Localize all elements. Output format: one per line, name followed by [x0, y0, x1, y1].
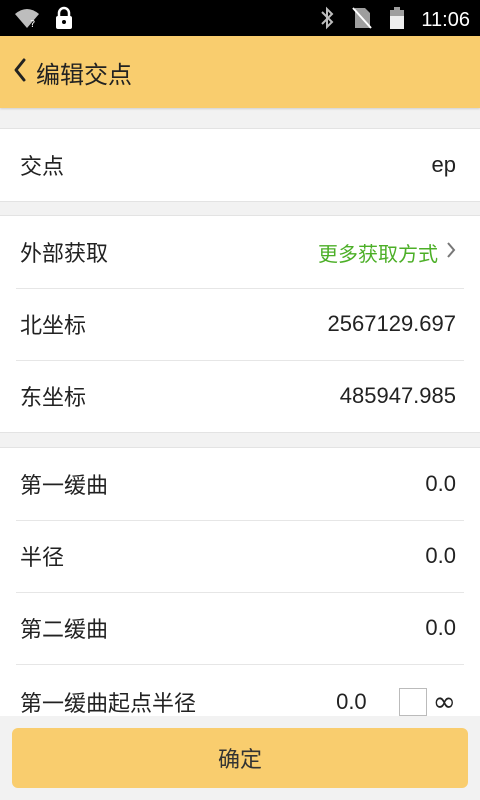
svg-text:?: ?: [30, 19, 35, 30]
coords-section: 外部获取 更多获取方式 北坐标 2567129.697 东坐标 485947.9…: [0, 215, 480, 433]
first-spiral-label: 第一缓曲: [20, 474, 109, 499]
infinity-checkbox[interactable]: [398, 687, 427, 716]
external-source-label: 外部获取: [20, 242, 109, 267]
chevron-right-icon: [446, 240, 456, 264]
point-value[interactable]: ep: [432, 152, 456, 178]
infinity-symbol: ∞: [432, 685, 456, 718]
east-coordinate-row[interactable]: 东坐标 485947.985: [0, 360, 480, 432]
app-bar: 编辑交点: [0, 36, 480, 108]
second-spiral-row[interactable]: 第二缓曲 0.0: [0, 592, 480, 664]
east-coordinate-value[interactable]: 485947.985: [340, 383, 456, 409]
north-coordinate-label: 北坐标: [20, 314, 87, 339]
chevron-left-icon: [12, 57, 28, 87]
wifi-question-icon: ?: [14, 6, 40, 34]
first-spiral-row[interactable]: 第一缓曲 0.0: [0, 448, 480, 520]
more-methods-label: 更多获取方式: [318, 241, 438, 266]
external-source-row[interactable]: 外部获取 更多获取方式: [0, 216, 480, 288]
first-spiral-value[interactable]: 0.0: [425, 471, 456, 497]
status-bar: ? 11:06: [0, 0, 480, 36]
point-row[interactable]: 交点 ep: [0, 129, 480, 201]
point-section: 交点 ep: [0, 128, 480, 202]
radius-row[interactable]: 半径 0.0: [0, 520, 480, 592]
clock: 11:06: [421, 9, 470, 31]
radius-value[interactable]: 0.0: [425, 543, 456, 569]
page-title: 编辑交点: [36, 60, 132, 89]
start-radius-value[interactable]: 0.0: [336, 689, 367, 715]
confirm-button[interactable]: 确定: [12, 728, 468, 788]
no-sim-icon: [351, 6, 373, 34]
lock-icon: [54, 6, 74, 34]
back-button[interactable]: [4, 36, 36, 108]
bluetooth-icon: [319, 6, 335, 34]
start-radius-controls: 0.0 ∞: [336, 685, 456, 718]
north-coordinate-row[interactable]: 北坐标 2567129.697: [0, 288, 480, 360]
start-radius-row[interactable]: 第一缓曲起点半径 0.0 ∞: [0, 664, 480, 720]
more-methods-link[interactable]: 更多获取方式: [318, 238, 456, 267]
north-coordinate-value[interactable]: 2567129.697: [328, 311, 456, 337]
start-radius-label: 第一缓曲起点半径: [20, 692, 197, 717]
second-spiral-value[interactable]: 0.0: [425, 615, 456, 641]
east-coordinate-label: 东坐标: [20, 386, 87, 411]
bottom-bar: 确定: [0, 716, 480, 800]
point-label: 交点: [20, 155, 65, 180]
radius-label: 半径: [20, 546, 65, 571]
second-spiral-label: 第二缓曲: [20, 618, 109, 643]
battery-icon: [389, 6, 405, 34]
curve-section: 第一缓曲 0.0 半径 0.0 第二缓曲 0.0 第一缓曲起点半径 0.0 ∞: [0, 447, 480, 720]
